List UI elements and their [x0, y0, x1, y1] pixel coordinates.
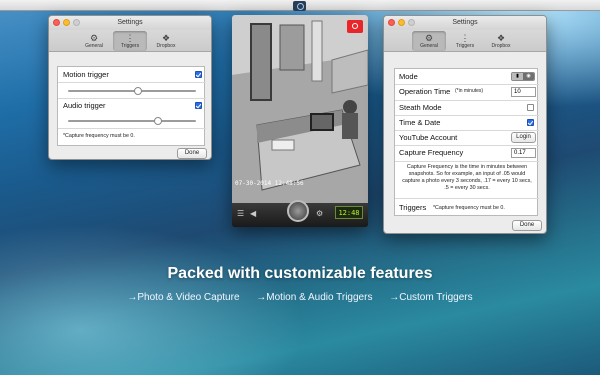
time-date-checkbox[interactable]: [527, 119, 534, 126]
settings-window-triggers: Settings ⚙ General ⋮ Triggers ❖ Dropbox …: [48, 15, 212, 160]
speaker-icon[interactable]: ◀: [250, 209, 256, 218]
capture-frequency-label: Capture Frequency: [399, 148, 464, 157]
operation-time-input[interactable]: 10: [511, 87, 536, 97]
shutter-icon[interactable]: [287, 200, 309, 222]
audio-trigger-checkbox[interactable]: [195, 102, 202, 109]
office-scene: [232, 15, 368, 203]
window-titlebar: Settings: [384, 16, 546, 30]
done-button[interactable]: Done: [512, 220, 542, 231]
close-button[interactable]: [388, 19, 395, 26]
minimize-button[interactable]: [63, 19, 70, 26]
gear-icon: ⚙: [424, 33, 434, 43]
tab-general[interactable]: ⚙ General: [77, 31, 111, 51]
feature-list: →Photo & Video Capture →Motion & Audio T…: [0, 292, 600, 303]
mode-label: Mode: [399, 72, 418, 81]
window-title: Settings: [452, 19, 478, 26]
minimize-button[interactable]: [398, 19, 405, 26]
motion-trigger-checkbox[interactable]: [195, 71, 202, 78]
audio-trigger-label: Audio trigger: [63, 101, 106, 110]
tab-general[interactable]: ⚙ General: [412, 31, 446, 51]
dropbox-icon: ❖: [496, 33, 506, 43]
preferences-toolbar: ⚙ General ⋮ Triggers ❖ Dropbox: [384, 30, 546, 52]
window-titlebar: Settings: [49, 16, 211, 30]
camera-feed: 07-30-2014 12:48:56: [232, 15, 368, 203]
feature-photo-video: →Photo & Video Capture: [127, 292, 240, 303]
video-mode-icon[interactable]: ▮: [512, 73, 523, 80]
triggers-note: *Capture frequency must be 0.: [433, 205, 505, 211]
preferences-toolbar: ⚙ General ⋮ Triggers ❖ Dropbox: [49, 30, 211, 52]
stealth-mode-checkbox[interactable]: [527, 104, 534, 111]
photo-mode-icon[interactable]: ◉: [523, 73, 534, 80]
menu-bar: [0, 0, 600, 11]
counter-display: 12:48: [335, 206, 363, 219]
timestamp-overlay: 07-30-2014 12:48:56: [235, 180, 304, 187]
mode-segmented-control: ▮ ◉: [511, 72, 535, 81]
settings-window-general: Settings ⚙ General ⋮ Triggers ❖ Dropbox …: [383, 15, 547, 234]
window-title: Settings: [117, 19, 143, 26]
triggers-icon: ⋮: [125, 33, 135, 43]
operation-time-label: Operation Time: [399, 87, 451, 96]
slider-knob[interactable]: [134, 87, 142, 95]
gear-icon[interactable]: ⚙: [316, 209, 323, 218]
audio-sensitivity-slider[interactable]: [68, 117, 196, 125]
tab-triggers[interactable]: ⋮ Triggers: [113, 31, 147, 51]
capture-frequency-input[interactable]: 0.17: [511, 148, 536, 158]
login-button[interactable]: Login: [511, 132, 536, 143]
done-button[interactable]: Done: [177, 148, 207, 159]
camera-controls: ☰ ◀ ⚙ 12:48: [232, 200, 368, 227]
general-panel: Mode ▮ ◉ Operation Time (*in minutes) 10…: [394, 68, 539, 216]
motion-trigger-label: Motion trigger: [63, 70, 109, 79]
app-camera-icon[interactable]: [293, 1, 306, 11]
youtube-account-label: YouTube Account: [399, 133, 458, 142]
headline: Packed with customizable features: [167, 265, 433, 282]
time-date-label: Time & Date: [399, 118, 441, 127]
capture-frequency-description: Capture Frequency is the time in minutes…: [402, 164, 532, 191]
triggers-label: Triggers: [399, 203, 427, 212]
triggers-panel: Motion trigger Audio trigger *Capture fr…: [57, 66, 206, 146]
zoom-button[interactable]: [73, 19, 80, 26]
camera-icon[interactable]: [347, 20, 363, 33]
tab-dropbox[interactable]: ❖ Dropbox: [149, 31, 183, 51]
camera-preview-window: 07-30-2014 12:48:56 ☰ ◀ ⚙ 12:48: [232, 15, 368, 227]
operation-time-hint: (*in minutes): [455, 88, 484, 94]
menu-icon[interactable]: ☰: [237, 209, 244, 218]
gear-icon: ⚙: [89, 33, 99, 43]
feature-custom-triggers: →Custom Triggers: [389, 292, 473, 303]
capture-frequency-note: *Capture frequency must be 0.: [63, 133, 135, 139]
tab-triggers[interactable]: ⋮ Triggers: [448, 31, 482, 51]
dropbox-icon: ❖: [161, 33, 171, 43]
feature-motion-audio: →Motion & Audio Triggers: [256, 292, 373, 303]
slider-knob[interactable]: [154, 117, 163, 125]
motion-sensitivity-slider[interactable]: [68, 87, 196, 95]
stealth-mode-label: Steath Mode: [399, 103, 442, 112]
tab-dropbox[interactable]: ❖ Dropbox: [484, 31, 518, 51]
zoom-button[interactable]: [408, 19, 415, 26]
close-button[interactable]: [53, 19, 60, 26]
triggers-icon: ⋮: [460, 33, 470, 43]
